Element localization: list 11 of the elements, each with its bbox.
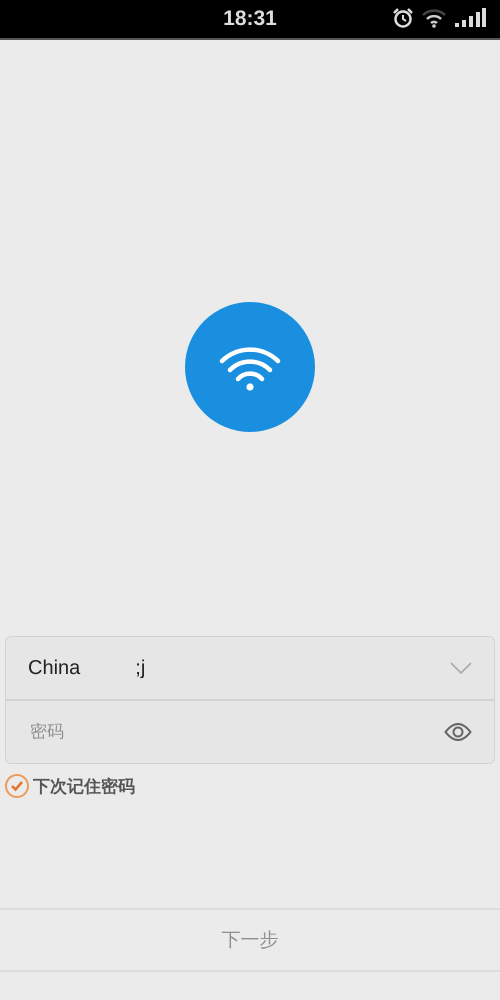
remember-checkbox[interactable] — [5, 774, 29, 798]
chevron-down-icon[interactable] — [450, 662, 472, 674]
cell-signal-icon — [454, 8, 486, 28]
password-input[interactable]: 密码 — [28, 711, 444, 753]
status-time: 18:31 — [223, 7, 277, 31]
wifi-logo-icon — [185, 302, 315, 432]
wifi-signal-icon — [422, 8, 446, 28]
eye-icon[interactable] — [444, 723, 472, 741]
check-icon — [10, 780, 24, 792]
network-field[interactable]: China ;j — [28, 637, 450, 699]
remember-password-label: 下次记住密码 — [33, 776, 135, 798]
